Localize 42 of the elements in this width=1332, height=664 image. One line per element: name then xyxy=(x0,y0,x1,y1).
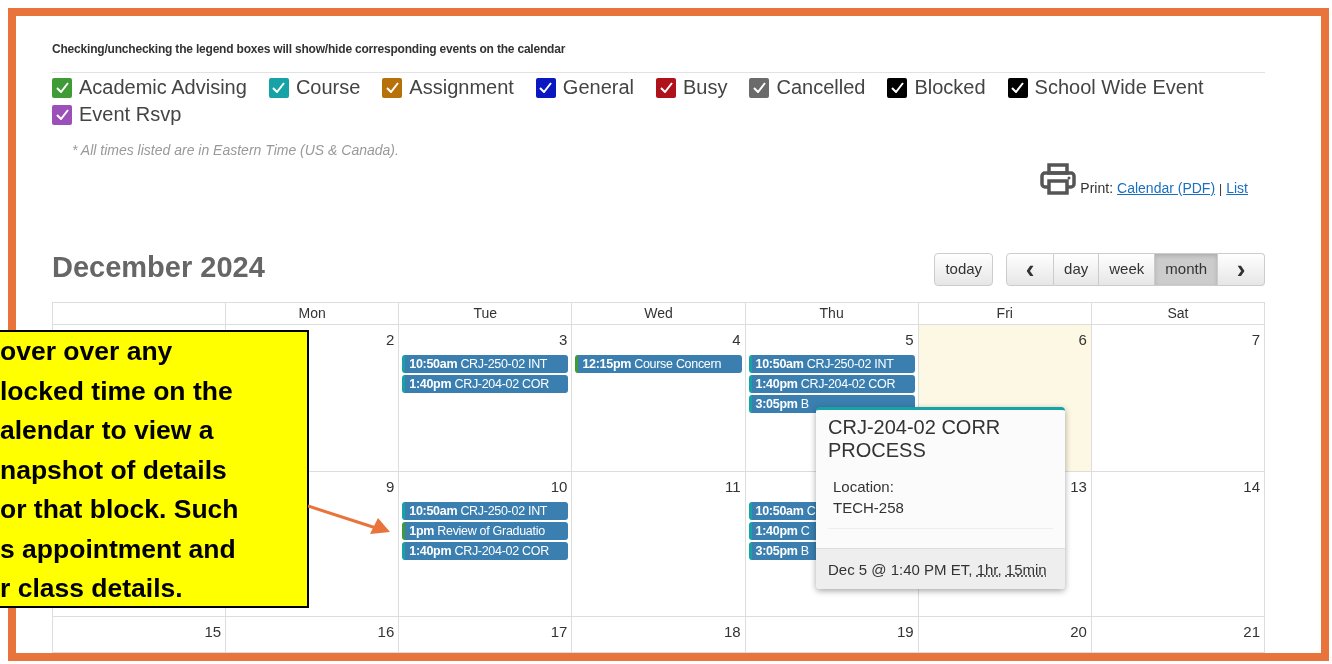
date-number: 11 xyxy=(725,476,742,496)
legend-label: Cancelled xyxy=(776,75,866,100)
legend-label: Assignment xyxy=(409,75,514,100)
date-number: 2 xyxy=(385,329,396,349)
day-header: Tue xyxy=(473,303,498,323)
day-header: Wed xyxy=(644,303,673,323)
date-number: 4 xyxy=(732,329,742,349)
date-number: 21 xyxy=(1243,621,1261,641)
date-number: 17 xyxy=(550,621,569,641)
calendar-title: December 2024 xyxy=(52,250,265,285)
date-number: 18 xyxy=(723,621,742,641)
separator: | xyxy=(1219,180,1223,198)
date-number: 10 xyxy=(550,476,569,496)
location-value: TECH-258 xyxy=(833,498,905,518)
legend-instruction: Checking/unchecking the legend boxes will show/hide corresponding events on the calendar xyxy=(52,41,567,58)
legend-label: School Wide Event xyxy=(1034,75,1204,100)
legend-label: General xyxy=(562,75,634,100)
day-header: Thu xyxy=(819,303,844,323)
date-number: 19 xyxy=(897,621,915,641)
date-number: 15 xyxy=(204,621,223,641)
legend-label: Course xyxy=(295,75,361,100)
date-number: 13 xyxy=(1070,476,1088,496)
day-header: Sat xyxy=(1167,303,1189,323)
date-number: 14 xyxy=(1243,476,1261,496)
print-label: Print: xyxy=(1080,179,1114,198)
legend-label: Blocked xyxy=(914,75,986,100)
day-header: Mon xyxy=(298,303,326,323)
date-number: 9 xyxy=(385,476,396,496)
legend-label: Busy xyxy=(683,75,728,100)
legend-label: Academic Advising xyxy=(79,75,247,100)
location-label: Location: xyxy=(833,477,895,497)
callout-note: over over any locked time on the alendar to view a napshot of details or that block. Such s appointment and r class details. xyxy=(0,330,309,608)
date-number: 5 xyxy=(905,329,915,349)
date-number: 20 xyxy=(1070,621,1088,641)
timezone-note: * All times listed are in Eastern Time (US & Canada). xyxy=(72,141,400,160)
legend-label: Event Rsvp xyxy=(79,102,182,127)
date-number: 7 xyxy=(1251,329,1261,349)
date-number: 3 xyxy=(559,329,569,349)
day-header: Fri xyxy=(996,303,1013,323)
date-number: 6 xyxy=(1078,329,1088,349)
event-time-text: Dec 5 @ 1:40 PM ET, 1hr, 15min xyxy=(828,560,1048,580)
date-number: 16 xyxy=(377,621,396,641)
